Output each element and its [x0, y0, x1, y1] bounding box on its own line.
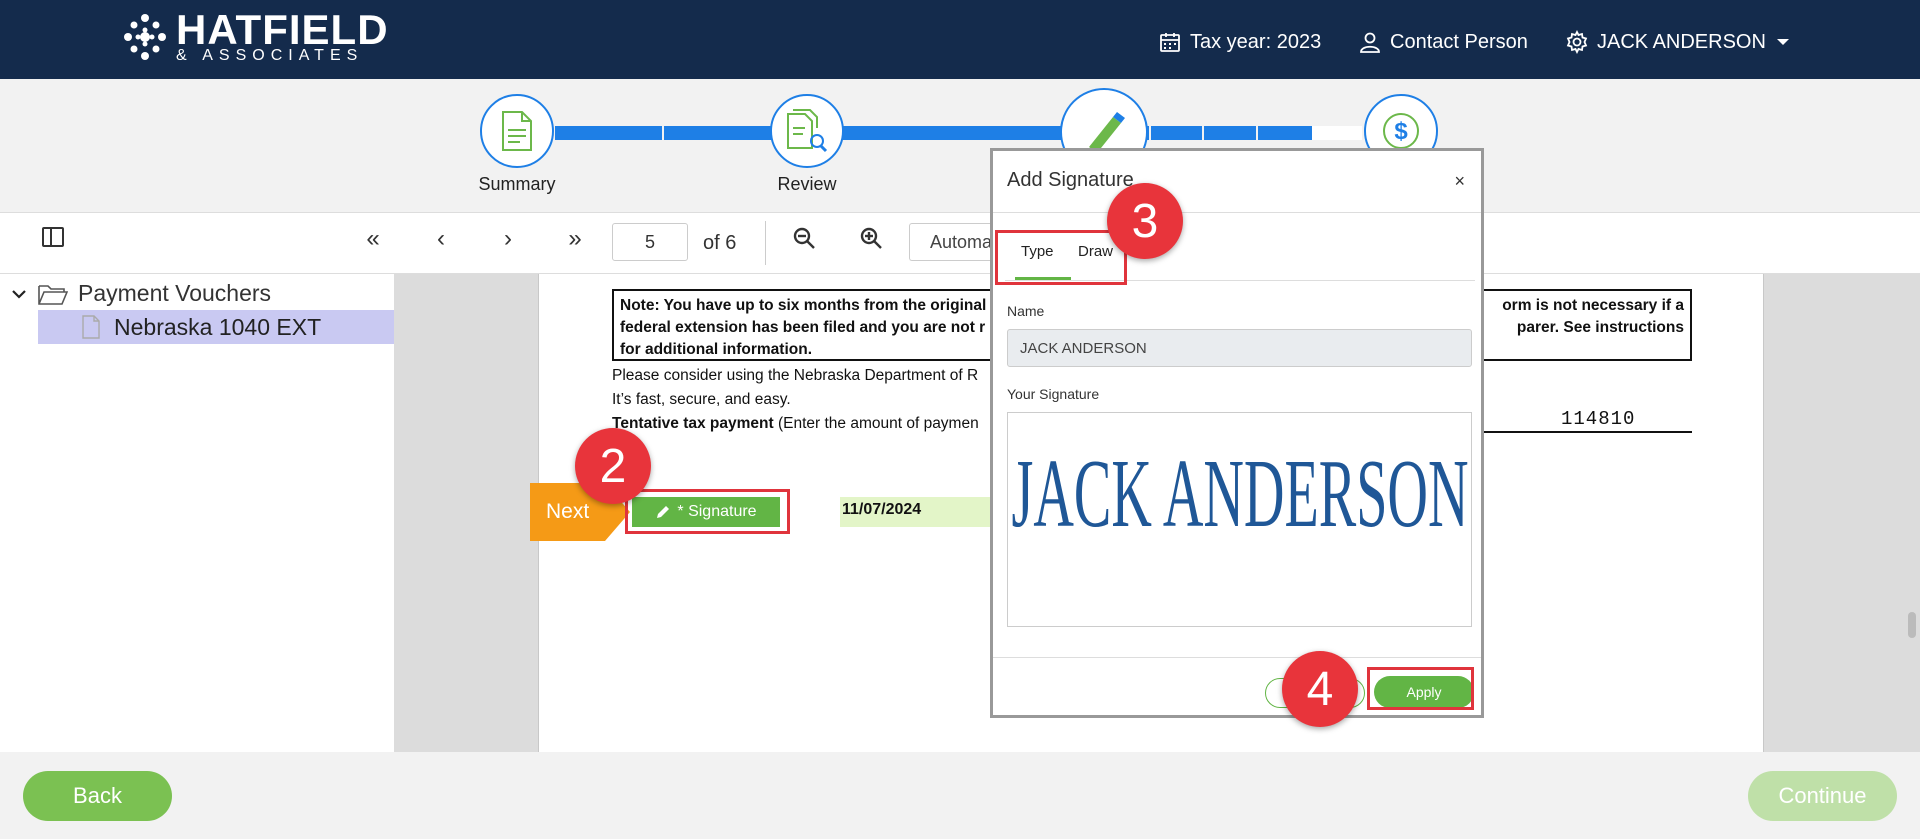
page-count: of 6 [703, 232, 737, 254]
tree-folder-label: Payment Vouchers [78, 280, 272, 306]
progress-segment-divider [1149, 126, 1151, 140]
tree-folder-payment-vouchers[interactable]: Payment Vouchers [10, 280, 271, 307]
your-signature-label: Your Signature [1007, 386, 1100, 402]
name-field[interactable] [1007, 329, 1472, 367]
svg-text:$: $ [1394, 118, 1408, 145]
amount-underline [1480, 431, 1692, 433]
dollar-icon: $ [1383, 113, 1419, 149]
scrollbar-thumb[interactable] [1908, 612, 1916, 638]
person-icon [1360, 32, 1380, 53]
folder-open-icon [38, 284, 68, 305]
continue-button[interactable]: Continue [1748, 771, 1897, 821]
pdf-toolbar: « ‹ › » of 6 Automatic Zoom [0, 212, 1920, 274]
progress-stepper [0, 79, 1920, 212]
page-number-input[interactable] [612, 223, 688, 261]
zoom-out-icon[interactable] [792, 226, 816, 250]
file-icon [82, 315, 100, 339]
toolbar-divider [765, 221, 766, 265]
signature-preview[interactable]: JACK ANDERSON [1007, 412, 1472, 627]
top-bar: HATFIELD & ASSOCIATES Tax year: 2023 Con… [0, 0, 1920, 79]
signature-preview-drawing: JACK ANDERSON [1011, 440, 1468, 548]
document-text: Please consider using the Nebraska Depar… [612, 367, 979, 384]
modal-footer-divider [993, 657, 1481, 658]
apply-button-highlight [1367, 667, 1474, 710]
step-summary[interactable] [480, 94, 554, 168]
next-field-label: Next [546, 500, 590, 523]
progress-track [555, 126, 1312, 140]
caret-down-icon [1776, 39, 1789, 45]
progress-segment-divider [1256, 126, 1258, 140]
step-review-label: Review [777, 174, 837, 194]
first-page-button[interactable]: « [358, 225, 388, 253]
calendar-icon [1160, 33, 1180, 52]
user-name: JACK ANDERSON [1597, 30, 1766, 53]
note-text: parer. See instructions [1516, 319, 1684, 336]
document-icon [502, 111, 532, 151]
gear-icon [1566, 30, 1588, 54]
logo[interactable]: HATFIELD & ASSOCIATES [120, 6, 389, 64]
logo-name: HATFIELD [176, 6, 389, 53]
tax-year-label: Tax year: 2023 [1190, 30, 1322, 53]
modal-title: Add Signature [1007, 169, 1134, 191]
tree-file-nebraska-1040-ext[interactable]: Nebraska 1040 EXT [38, 310, 394, 344]
next-page-button[interactable]: › [493, 225, 523, 253]
signature-button-label: * Signature [677, 503, 757, 520]
step-marker: 2 [575, 428, 651, 504]
typed-signature: JACK ANDERSON [1011, 440, 1468, 548]
document-text: It’s fast, secure, and easy. [612, 391, 791, 408]
close-icon[interactable]: × [1454, 171, 1465, 192]
zoom-in-icon[interactable] [859, 226, 883, 250]
step-summary-label: Summary [478, 174, 556, 194]
sidebar-toggle-icon[interactable] [42, 227, 64, 247]
step-marker: 3 [1107, 183, 1183, 259]
tree-file-label: Nebraska 1040 EXT [114, 313, 322, 340]
contact-person-link[interactable]: Contact Person [1358, 30, 1528, 54]
document-tree: Payment Vouchers Nebraska 1040 EXT [0, 274, 394, 752]
progress-segment-divider [1202, 126, 1204, 140]
signature-button[interactable]: * Signature [632, 497, 780, 527]
tentative-tax-description: (Enter the amount of paymen [773, 415, 979, 432]
tentative-tax-label: Tentative tax payment [612, 415, 774, 432]
logo-subtitle: & ASSOCIATES [176, 47, 364, 64]
previous-page-button[interactable]: ‹ [426, 225, 456, 253]
note-text: Note: You have up to six months from the… [620, 297, 987, 314]
tentative-tax-payment-text: Tentative tax payment (Enter the amount … [612, 415, 979, 433]
note-text: orm is not necessary if a [1502, 297, 1684, 314]
user-menu[interactable]: JACK ANDERSON [1565, 30, 1792, 54]
last-page-button[interactable]: » [560, 225, 590, 253]
tabs-highlight [995, 230, 1127, 285]
progress-track-remaining [1312, 126, 1362, 140]
pencil-icon [657, 506, 670, 518]
modal-header: Add Signature × [993, 151, 1481, 213]
tentative-payment-amount: 114810 [1561, 408, 1636, 430]
back-button[interactable]: Back [23, 771, 172, 821]
step-marker: 4 [1282, 651, 1358, 727]
document-search-icon [787, 109, 828, 153]
tax-year-selector[interactable]: Tax year: 2023 [1158, 30, 1321, 54]
contact-person-label: Contact Person [1390, 30, 1528, 53]
chevron-down-icon[interactable] [10, 285, 28, 303]
note-text: federal extension has been filed and you… [620, 319, 986, 336]
name-label: Name [1007, 303, 1045, 319]
bottom-bar [0, 752, 1920, 839]
signature-date-field[interactable]: 11/07/2024 [840, 497, 990, 527]
logo-mark-icon [124, 14, 166, 60]
step-review[interactable] [770, 94, 844, 168]
progress-segment-divider [662, 126, 664, 140]
